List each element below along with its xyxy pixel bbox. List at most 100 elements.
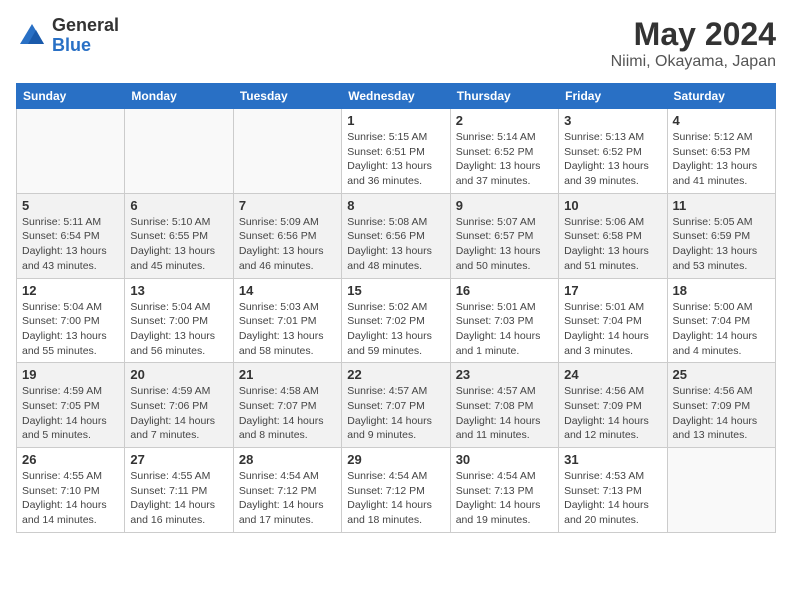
- day-number: 9: [456, 198, 553, 213]
- calendar-cell: 28 Sunrise: 4:54 AM Sunset: 7:12 PM Dayli…: [233, 448, 341, 533]
- calendar-cell: 16 Sunrise: 5:01 AM Sunset: 7:03 PM Dayli…: [450, 278, 558, 363]
- subtitle: Niimi, Okayama, Japan: [611, 53, 776, 71]
- days-of-week-row: SundayMondayTuesdayWednesdayThursdayFrid…: [17, 84, 776, 109]
- calendar-cell: [17, 109, 125, 194]
- day-number: 5: [22, 198, 119, 213]
- day-number: 8: [347, 198, 444, 213]
- day-header-tuesday: Tuesday: [233, 84, 341, 109]
- calendar-cell: 30 Sunrise: 4:54 AM Sunset: 7:13 PM Dayli…: [450, 448, 558, 533]
- calendar-header: SundayMondayTuesdayWednesdayThursdayFrid…: [17, 84, 776, 109]
- calendar-cell: 24 Sunrise: 4:56 AM Sunset: 7:09 PM Dayli…: [559, 363, 667, 448]
- day-header-wednesday: Wednesday: [342, 84, 450, 109]
- logo-blue: Blue: [52, 36, 119, 56]
- day-info: Sunrise: 4:54 AM Sunset: 7:12 PM Dayligh…: [347, 469, 444, 528]
- calendar-week-2: 5 Sunrise: 5:11 AM Sunset: 6:54 PM Daylig…: [17, 193, 776, 278]
- calendar-cell: 14 Sunrise: 5:03 AM Sunset: 7:01 PM Dayli…: [233, 278, 341, 363]
- calendar-cell: [125, 109, 233, 194]
- day-number: 10: [564, 198, 661, 213]
- day-number: 18: [673, 283, 770, 298]
- calendar-week-1: 1 Sunrise: 5:15 AM Sunset: 6:51 PM Daylig…: [17, 109, 776, 194]
- day-info: Sunrise: 5:02 AM Sunset: 7:02 PM Dayligh…: [347, 300, 444, 359]
- calendar-cell: 19Sunrise: 4:59 AM Sunset: 7:05 PM Dayli…: [17, 363, 125, 448]
- day-info: Sunrise: 4:56 AM Sunset: 7:09 PM Dayligh…: [564, 384, 661, 443]
- day-number: 7: [239, 198, 336, 213]
- main-title: May 2024: [611, 16, 776, 53]
- day-number: 13: [130, 283, 227, 298]
- day-info: Sunrise: 4:54 AM Sunset: 7:12 PM Dayligh…: [239, 469, 336, 528]
- calendar-cell: 10Sunrise: 5:06 AM Sunset: 6:58 PM Dayli…: [559, 193, 667, 278]
- calendar-cell: 11 Sunrise: 5:05 AM Sunset: 6:59 PM Dayli…: [667, 193, 775, 278]
- calendar-cell: 4Sunrise: 5:12 AM Sunset: 6:53 PM Daylig…: [667, 109, 775, 194]
- day-number: 16: [456, 283, 553, 298]
- calendar-week-3: 12Sunrise: 5:04 AM Sunset: 7:00 PM Dayli…: [17, 278, 776, 363]
- day-info: Sunrise: 5:09 AM Sunset: 6:56 PM Dayligh…: [239, 215, 336, 274]
- day-info: Sunrise: 5:13 AM Sunset: 6:52 PM Dayligh…: [564, 130, 661, 189]
- day-info: Sunrise: 4:58 AM Sunset: 7:07 PM Dayligh…: [239, 384, 336, 443]
- day-info: Sunrise: 5:04 AM Sunset: 7:00 PM Dayligh…: [130, 300, 227, 359]
- day-info: Sunrise: 4:53 AM Sunset: 7:13 PM Dayligh…: [564, 469, 661, 528]
- calendar-cell: 25Sunrise: 4:56 AM Sunset: 7:09 PM Dayli…: [667, 363, 775, 448]
- day-header-thursday: Thursday: [450, 84, 558, 109]
- calendar-cell: 18 Sunrise: 5:00 AM Sunset: 7:04 PM Dayli…: [667, 278, 775, 363]
- calendar-cell: 15Sunrise: 5:02 AM Sunset: 7:02 PM Dayli…: [342, 278, 450, 363]
- day-info: Sunrise: 5:12 AM Sunset: 6:53 PM Dayligh…: [673, 130, 770, 189]
- day-number: 20: [130, 367, 227, 382]
- logo: General Blue: [16, 16, 119, 56]
- calendar-cell: 21 Sunrise: 4:58 AM Sunset: 7:07 PM Dayli…: [233, 363, 341, 448]
- day-number: 28: [239, 452, 336, 467]
- day-header-monday: Monday: [125, 84, 233, 109]
- day-number: 1: [347, 113, 444, 128]
- day-info: Sunrise: 5:15 AM Sunset: 6:51 PM Dayligh…: [347, 130, 444, 189]
- day-info: Sunrise: 5:14 AM Sunset: 6:52 PM Dayligh…: [456, 130, 553, 189]
- day-number: 24: [564, 367, 661, 382]
- day-info: Sunrise: 4:55 AM Sunset: 7:11 PM Dayligh…: [130, 469, 227, 528]
- day-number: 29: [347, 452, 444, 467]
- day-number: 17: [564, 283, 661, 298]
- calendar-cell: 31 Sunrise: 4:53 AM Sunset: 7:13 PM Dayli…: [559, 448, 667, 533]
- calendar-cell: 12Sunrise: 5:04 AM Sunset: 7:00 PM Dayli…: [17, 278, 125, 363]
- day-info: Sunrise: 5:11 AM Sunset: 6:54 PM Dayligh…: [22, 215, 119, 274]
- calendar-cell: 13 Sunrise: 5:04 AM Sunset: 7:00 PM Dayli…: [125, 278, 233, 363]
- logo-general: General: [52, 16, 119, 36]
- day-info: Sunrise: 4:54 AM Sunset: 7:13 PM Dayligh…: [456, 469, 553, 528]
- calendar-cell: 9Sunrise: 5:07 AM Sunset: 6:57 PM Daylig…: [450, 193, 558, 278]
- page-header: General Blue May 2024 Niimi, Okayama, Ja…: [16, 16, 776, 71]
- calendar-cell: 5 Sunrise: 5:11 AM Sunset: 6:54 PM Daylig…: [17, 193, 125, 278]
- calendar-cell: 1 Sunrise: 5:15 AM Sunset: 6:51 PM Daylig…: [342, 109, 450, 194]
- day-number: 30: [456, 452, 553, 467]
- day-header-sunday: Sunday: [17, 84, 125, 109]
- day-info: Sunrise: 5:08 AM Sunset: 6:56 PM Dayligh…: [347, 215, 444, 274]
- calendar-cell: 6Sunrise: 5:10 AM Sunset: 6:55 PM Daylig…: [125, 193, 233, 278]
- logo-text: General Blue: [52, 16, 119, 56]
- calendar-cell: 8 Sunrise: 5:08 AM Sunset: 6:56 PM Daylig…: [342, 193, 450, 278]
- day-info: Sunrise: 5:05 AM Sunset: 6:59 PM Dayligh…: [673, 215, 770, 274]
- calendar-cell: 3Sunrise: 5:13 AM Sunset: 6:52 PM Daylig…: [559, 109, 667, 194]
- day-header-saturday: Saturday: [667, 84, 775, 109]
- calendar-cell: 2Sunrise: 5:14 AM Sunset: 6:52 PM Daylig…: [450, 109, 558, 194]
- title-section: May 2024 Niimi, Okayama, Japan: [611, 16, 776, 71]
- calendar-cell: 20Sunrise: 4:59 AM Sunset: 7:06 PM Dayli…: [125, 363, 233, 448]
- day-header-friday: Friday: [559, 84, 667, 109]
- logo-icon: [16, 20, 48, 52]
- day-number: 31: [564, 452, 661, 467]
- day-number: 27: [130, 452, 227, 467]
- day-info: Sunrise: 4:59 AM Sunset: 7:05 PM Dayligh…: [22, 384, 119, 443]
- day-number: 22: [347, 367, 444, 382]
- day-info: Sunrise: 4:57 AM Sunset: 7:07 PM Dayligh…: [347, 384, 444, 443]
- day-number: 6: [130, 198, 227, 213]
- day-number: 11: [673, 198, 770, 213]
- day-info: Sunrise: 5:00 AM Sunset: 7:04 PM Dayligh…: [673, 300, 770, 359]
- day-info: Sunrise: 5:03 AM Sunset: 7:01 PM Dayligh…: [239, 300, 336, 359]
- calendar-cell: [667, 448, 775, 533]
- day-info: Sunrise: 5:01 AM Sunset: 7:04 PM Dayligh…: [564, 300, 661, 359]
- day-info: Sunrise: 5:04 AM Sunset: 7:00 PM Dayligh…: [22, 300, 119, 359]
- day-info: Sunrise: 4:57 AM Sunset: 7:08 PM Dayligh…: [456, 384, 553, 443]
- calendar-body: 1 Sunrise: 5:15 AM Sunset: 6:51 PM Daylig…: [17, 109, 776, 533]
- calendar-cell: 27 Sunrise: 4:55 AM Sunset: 7:11 PM Dayli…: [125, 448, 233, 533]
- day-info: Sunrise: 5:01 AM Sunset: 7:03 PM Dayligh…: [456, 300, 553, 359]
- day-number: 14: [239, 283, 336, 298]
- day-info: Sunrise: 4:56 AM Sunset: 7:09 PM Dayligh…: [673, 384, 770, 443]
- day-number: 23: [456, 367, 553, 382]
- calendar-cell: 22 Sunrise: 4:57 AM Sunset: 7:07 PM Dayli…: [342, 363, 450, 448]
- day-number: 21: [239, 367, 336, 382]
